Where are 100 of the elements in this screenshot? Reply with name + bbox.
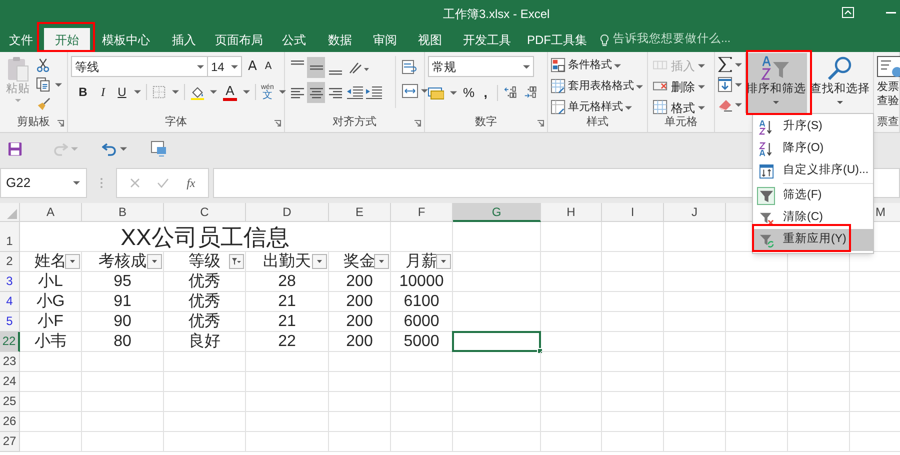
- caret-icon[interactable]: [210, 90, 217, 94]
- borders-icon[interactable]: [152, 84, 167, 100]
- row-header[interactable]: 22: [0, 332, 20, 352]
- merge-cells-icon[interactable]: [402, 84, 418, 98]
- number-format-field[interactable]: 常规: [428, 56, 534, 77]
- ribbon-tab[interactable]: 模板中心: [90, 28, 162, 52]
- scissors-icon[interactable]: [36, 58, 51, 73]
- font-color-button[interactable]: A: [222, 84, 238, 100]
- column-header[interactable]: B: [82, 203, 164, 222]
- caret-icon[interactable]: [523, 64, 530, 68]
- caret-icon[interactable]: [231, 64, 238, 68]
- row-header[interactable]: 1: [0, 222, 20, 252]
- style-menu-button[interactable]: 条件格式: [551, 56, 643, 75]
- tell-me-field[interactable]: 告诉我您想要做什么...: [613, 31, 731, 49]
- decrease-decimal-icon[interactable]: [524, 86, 538, 100]
- increase-indent-icon[interactable]: [366, 86, 382, 99]
- ribbon-tab[interactable]: 开发工具: [454, 28, 520, 52]
- row-header[interactable]: 3: [0, 272, 20, 292]
- undo-icon[interactable]: [102, 142, 117, 156]
- row-header[interactable]: 2: [0, 252, 20, 272]
- currency-icon[interactable]: [428, 86, 444, 100]
- caret-icon[interactable]: [636, 84, 643, 88]
- menu-item[interactable]: 筛选(F): [753, 185, 873, 207]
- menu-item[interactable]: 清除(C): [753, 207, 873, 229]
- font-name-field[interactable]: 等线: [71, 56, 208, 77]
- ribbon-tab[interactable]: 页面布局: [206, 28, 272, 52]
- increase-decimal-icon[interactable]: [504, 86, 518, 100]
- filter-dropdown-button[interactable]: [147, 254, 162, 269]
- column-header[interactable]: H: [541, 203, 602, 222]
- column-header[interactable]: D: [246, 203, 329, 222]
- fill-down-icon[interactable]: [718, 77, 732, 92]
- row-header[interactable]: 25: [0, 392, 20, 412]
- filter-dropdown-button[interactable]: [312, 254, 327, 269]
- dialog-launcher-icon[interactable]: [274, 120, 281, 127]
- style-menu-button[interactable]: 单元格样式: [551, 98, 643, 117]
- format-painter-icon[interactable]: [36, 96, 51, 111]
- caret-icon[interactable]: [735, 62, 742, 66]
- caret-icon[interactable]: [614, 64, 621, 68]
- column-header[interactable]: F: [391, 203, 453, 222]
- minimize-icon[interactable]: [886, 12, 896, 14]
- comma-button[interactable]: ,: [480, 83, 491, 102]
- caret-icon[interactable]: [120, 147, 127, 151]
- style-menu-button[interactable]: 套用表格格式: [551, 77, 643, 96]
- ribbon-tab[interactable]: PDF工具集: [520, 28, 594, 52]
- ribbon-tab[interactable]: 文件: [6, 28, 36, 52]
- row-header[interactable]: 24: [0, 372, 20, 392]
- filter-dropdown-button[interactable]: [65, 254, 80, 269]
- align-button[interactable]: [307, 82, 325, 103]
- grow-font-button[interactable]: A: [248, 56, 257, 76]
- bold-button[interactable]: B: [75, 83, 91, 101]
- caret-icon[interactable]: [421, 89, 428, 93]
- caret-icon[interactable]: [73, 181, 80, 185]
- menu-item[interactable]: 自定义排序(U)...: [753, 160, 873, 182]
- name-box[interactable]: G22: [0, 168, 87, 198]
- menu-item[interactable]: 升序(S): [753, 116, 873, 138]
- caret-icon[interactable]: [735, 82, 742, 86]
- copy-icon[interactable]: [36, 77, 51, 92]
- dialog-launcher-icon[interactable]: [414, 120, 421, 127]
- column-header[interactable]: G: [453, 203, 541, 222]
- underline-button[interactable]: U: [115, 83, 129, 101]
- save-icon[interactable]: [8, 142, 23, 156]
- ribbon-tab[interactable]: 公式: [272, 28, 316, 52]
- caret-icon[interactable]: [197, 64, 204, 68]
- ribbon-tab[interactable]: 视图: [406, 28, 454, 52]
- caret-icon[interactable]: [625, 106, 632, 110]
- ribbon-display-icon[interactable]: [842, 7, 854, 18]
- row-header[interactable]: 23: [0, 352, 20, 372]
- autosum-icon[interactable]: [718, 57, 732, 72]
- caret-icon[interactable]: [450, 90, 457, 95]
- column-header[interactable]: A: [20, 203, 82, 222]
- caret-icon[interactable]: [698, 84, 705, 88]
- caret-icon[interactable]: [278, 90, 286, 94]
- shrink-font-button[interactable]: A: [264, 59, 272, 74]
- caret-icon[interactable]: [243, 90, 250, 94]
- column-header[interactable]: I: [602, 203, 664, 222]
- invoice-check-button[interactable]: 发票 查验: [877, 56, 900, 108]
- ribbon-tab[interactable]: 开始: [44, 28, 90, 52]
- ribbon-tab[interactable]: 数据: [316, 28, 364, 52]
- cells-menu-button[interactable]: 格式: [653, 98, 705, 117]
- align-button[interactable]: [307, 57, 325, 78]
- dialog-launcher-icon[interactable]: [537, 120, 544, 127]
- caret-icon[interactable]: [134, 90, 141, 94]
- orientation-icon[interactable]: [348, 60, 370, 74]
- wrap-text-icon[interactable]: [402, 60, 418, 74]
- insert-function-button[interactable]: fx: [186, 174, 196, 192]
- decrease-indent-icon[interactable]: [347, 86, 363, 99]
- ribbon-tab[interactable]: 审阅: [364, 28, 406, 52]
- column-header[interactable]: C: [164, 203, 246, 222]
- ribbon-tab[interactable]: 插入: [162, 28, 206, 52]
- filter-dropdown-button[interactable]: [374, 254, 389, 269]
- caret-icon[interactable]: [55, 82, 62, 86]
- column-header[interactable]: J: [664, 203, 726, 222]
- filter-dropdown-button[interactable]: [436, 254, 451, 269]
- eraser-icon[interactable]: [718, 97, 732, 112]
- caret-icon[interactable]: [172, 90, 179, 94]
- fill-color-icon[interactable]: [190, 84, 205, 100]
- cells-menu-button[interactable]: 删除: [653, 77, 705, 96]
- filter-dropdown-button[interactable]: [229, 254, 244, 269]
- menu-item[interactable]: 降序(O): [753, 138, 873, 160]
- caret-icon[interactable]: [698, 106, 705, 110]
